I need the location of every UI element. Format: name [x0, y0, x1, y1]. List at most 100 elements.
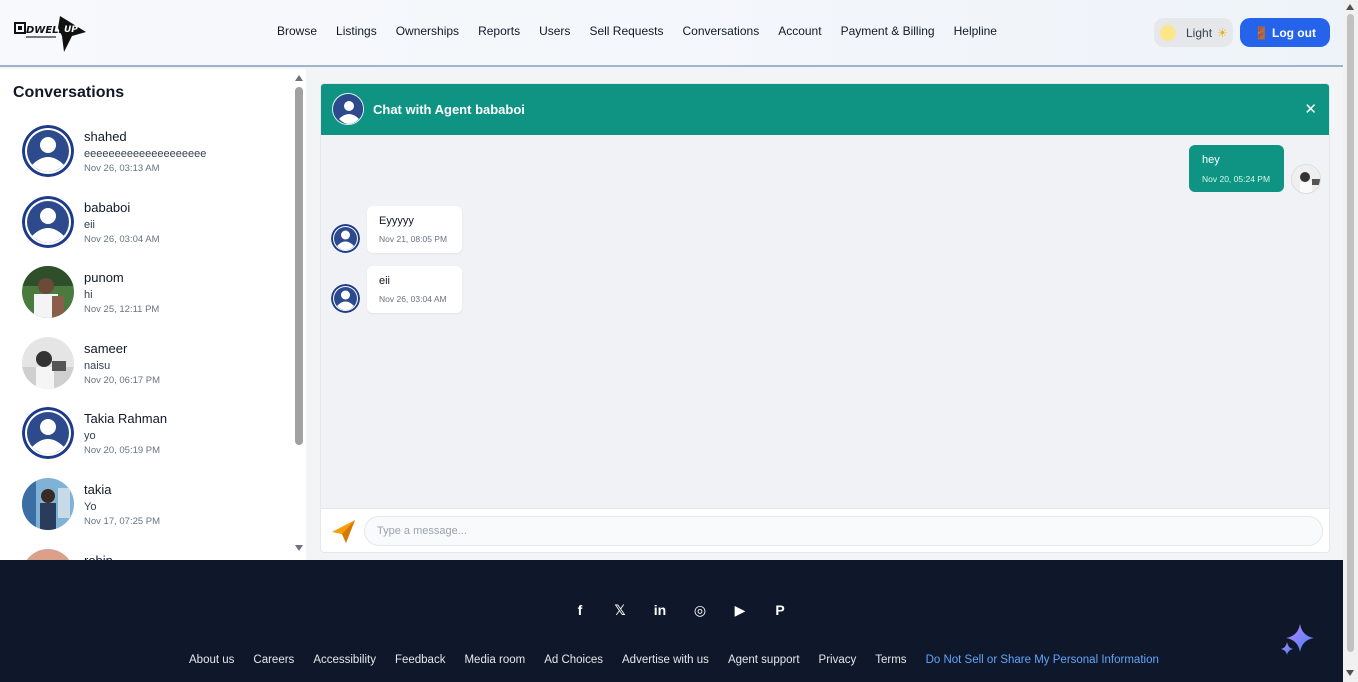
- nav-listings[interactable]: Listings: [336, 24, 377, 38]
- footer-link-careers[interactable]: Careers: [253, 654, 294, 666]
- conversation-preview: hi: [84, 289, 93, 301]
- top-header: DWELL UP Browse Listings Ownerships Repo…: [0, 0, 1343, 67]
- message-time: Nov 26, 03:04 AM: [379, 294, 447, 304]
- message-input[interactable]: [364, 516, 1323, 546]
- conversation-item[interactable]: bababoi eii Nov 26, 03:04 AM: [22, 196, 282, 250]
- footer-link-terms[interactable]: Terms: [875, 654, 906, 666]
- agent-avatar: [331, 284, 360, 313]
- message-composer: [321, 508, 1329, 552]
- pinterest-icon[interactable]: P: [760, 602, 800, 619]
- conversation-name: sameer: [84, 341, 128, 356]
- conversation-time: Nov 26, 03:04 AM: [84, 234, 160, 245]
- scroll-down-icon[interactable]: [1346, 670, 1354, 676]
- nav-reports[interactable]: Reports: [478, 24, 520, 38]
- scroll-thumb[interactable]: [1347, 14, 1354, 652]
- conversation-preview: Yo: [84, 501, 97, 513]
- chat-panel: Chat with Agent bababoi ✕ hey Nov 20, 05…: [320, 83, 1330, 553]
- facebook-icon[interactable]: f: [560, 602, 600, 619]
- avatar: [22, 337, 74, 389]
- conversation-time: Nov 17, 07:25 PM: [84, 516, 161, 527]
- my-avatar: [1291, 164, 1321, 194]
- nav-conversations[interactable]: Conversations: [682, 24, 759, 38]
- footer-link-accessibility[interactable]: Accessibility: [313, 654, 376, 666]
- dwellup-logo[interactable]: DWELL UP: [14, 14, 88, 54]
- conversation-preview: yo: [84, 430, 96, 442]
- avatar: [22, 478, 74, 530]
- conversation-item[interactable]: punom hi Nov 25, 12:11 PM: [22, 266, 282, 320]
- conversation-preview: naisu: [84, 360, 111, 372]
- conversation-name: robin: [84, 553, 113, 560]
- instagram-icon[interactable]: ◎: [680, 602, 720, 619]
- logout-label: Log out: [1271, 25, 1316, 40]
- footer-link-privacy[interactable]: Privacy: [819, 654, 857, 666]
- conversation-time: Nov 25, 12:11 PM: [84, 304, 160, 315]
- ai-sparkle-icon[interactable]: [1280, 622, 1316, 656]
- footer-links: About us Careers Accessibility Feedback …: [189, 654, 1178, 666]
- conversation-name: Takia Rahman: [84, 411, 168, 426]
- svg-text:UP: UP: [64, 25, 78, 35]
- footer-link-do-not-sell[interactable]: Do Not Sell or Share My Personal Informa…: [926, 654, 1159, 666]
- nav-account[interactable]: Account: [778, 24, 821, 38]
- scroll-up-icon[interactable]: [1346, 4, 1354, 10]
- nav-payment-billing[interactable]: Payment & Billing: [841, 24, 935, 38]
- nav-users[interactable]: Users: [539, 24, 570, 38]
- linkedin-icon[interactable]: in: [640, 602, 680, 619]
- scroll-thumb[interactable]: [295, 87, 303, 445]
- message-time: Nov 20, 05:24 PM: [1202, 174, 1271, 184]
- sidebar-title: Conversations: [13, 84, 125, 101]
- conversation-time: Nov 20, 05:19 PM: [84, 445, 161, 456]
- message-text: hey: [1202, 154, 1220, 166]
- conversations-sidebar: Conversations shahed eeeeeeeeeeeeeeeeeee…: [0, 69, 306, 560]
- message-time: Nov 21, 08:05 PM: [379, 234, 448, 244]
- conversation-item[interactable]: sameer naisu Nov 20, 06:17 PM: [22, 337, 282, 391]
- main-nav: Browse Listings Ownerships Reports Users…: [277, 24, 1016, 38]
- chat-header: Chat with Agent bababoi ✕: [321, 84, 1329, 135]
- conversation-name: punom: [84, 270, 124, 285]
- theme-toggle[interactable]: Light ☀: [1154, 18, 1233, 47]
- send-icon[interactable]: [330, 518, 356, 544]
- conversation-name: bababoi: [84, 200, 131, 215]
- message-incoming: eii Nov 26, 03:04 AM: [367, 266, 462, 313]
- footer-link-agent-support[interactable]: Agent support: [728, 654, 800, 666]
- conversation-item[interactable]: takia Yo Nov 17, 07:25 PM: [22, 478, 282, 532]
- message-text: eii: [379, 275, 391, 287]
- conversation-name: shahed: [84, 129, 127, 144]
- nav-browse[interactable]: Browse: [277, 24, 317, 38]
- footer-link-about[interactable]: About us: [189, 654, 234, 666]
- sidebar-scrollbar[interactable]: [292, 69, 306, 560]
- social-links: f 𝕏 in ◎ ▶ P: [560, 602, 800, 619]
- avatar: [22, 125, 74, 177]
- conversation-preview: eeeeeeeeeeeeeeeeeeee: [84, 148, 207, 160]
- footer-link-feedback[interactable]: Feedback: [395, 654, 446, 666]
- nav-helpline[interactable]: Helpline: [954, 24, 997, 38]
- nav-sell-requests[interactable]: Sell Requests: [589, 24, 663, 38]
- youtube-icon[interactable]: ▶: [720, 602, 760, 619]
- footer: f 𝕏 in ◎ ▶ P About us Careers Accessibil…: [0, 560, 1343, 682]
- message-incoming: Eyyyyy Nov 21, 08:05 PM: [367, 206, 462, 253]
- close-icon[interactable]: ✕: [1304, 100, 1317, 118]
- footer-link-ad-choices[interactable]: Ad Choices: [544, 654, 603, 666]
- conversation-item[interactable]: Takia Rahman yo Nov 20, 05:19 PM: [22, 407, 282, 461]
- conversation-item[interactable]: robin: [22, 549, 282, 560]
- scroll-up-icon[interactable]: [295, 75, 303, 81]
- message-text: Eyyyyy: [379, 215, 414, 227]
- avatar: [22, 196, 74, 248]
- x-icon[interactable]: 𝕏: [600, 602, 640, 619]
- conversation-time: Nov 20, 06:17 PM: [84, 375, 161, 386]
- conversation-preview: eii: [84, 219, 96, 231]
- footer-link-media-room[interactable]: Media room: [464, 654, 525, 666]
- page-scrollbar[interactable]: [1343, 0, 1358, 682]
- avatar: [22, 549, 74, 560]
- conversation-item[interactable]: shahed eeeeeeeeeeeeeeeeeeee Nov 26, 03:1…: [22, 125, 282, 179]
- toggle-knob-icon: [1160, 24, 1176, 41]
- scroll-down-icon[interactable]: [295, 545, 303, 551]
- avatar: [22, 407, 74, 459]
- avatar: [22, 266, 74, 318]
- footer-link-advertise[interactable]: Advertise with us: [622, 654, 709, 666]
- logout-button[interactable]: 🚪 Log out: [1240, 18, 1330, 47]
- logout-icon: 🚪: [1254, 25, 1269, 40]
- message-outgoing: hey Nov 20, 05:24 PM: [1189, 145, 1284, 192]
- nav-ownerships[interactable]: Ownerships: [396, 24, 459, 38]
- conversation-time: Nov 26, 03:13 AM: [84, 163, 160, 174]
- agent-avatar: [331, 224, 360, 253]
